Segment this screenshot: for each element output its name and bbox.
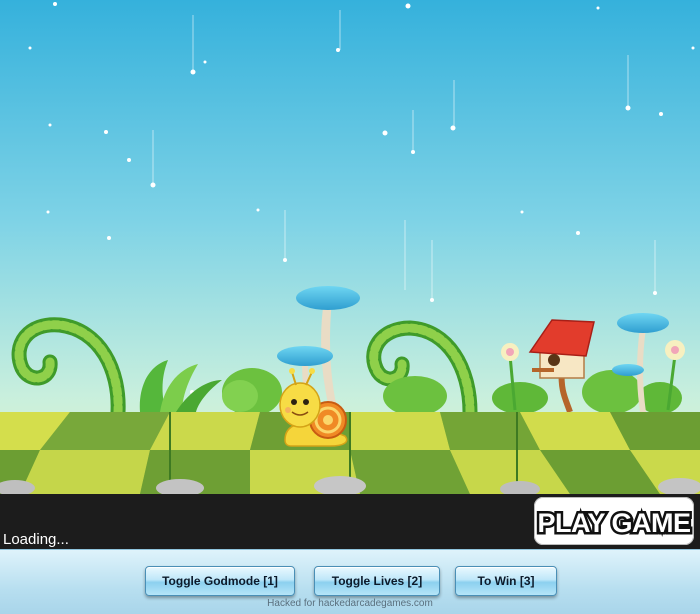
loading-status-text: Loading...	[3, 531, 69, 548]
toggle-lives-button[interactable]: Toggle Lives [2]	[314, 566, 440, 596]
game-scene	[0, 0, 700, 494]
checkered-ground	[0, 412, 700, 494]
play-game-label: PLAY GAME	[537, 508, 690, 538]
hacked-credit-text: Hacked for hackedarcadegames.com	[267, 598, 433, 609]
play-game-button[interactable]: PLAY GAME	[534, 497, 694, 545]
toggle-godmode-button[interactable]: Toggle Godmode [1]	[145, 566, 295, 596]
to-win-button[interactable]: To Win [3]	[455, 566, 557, 596]
